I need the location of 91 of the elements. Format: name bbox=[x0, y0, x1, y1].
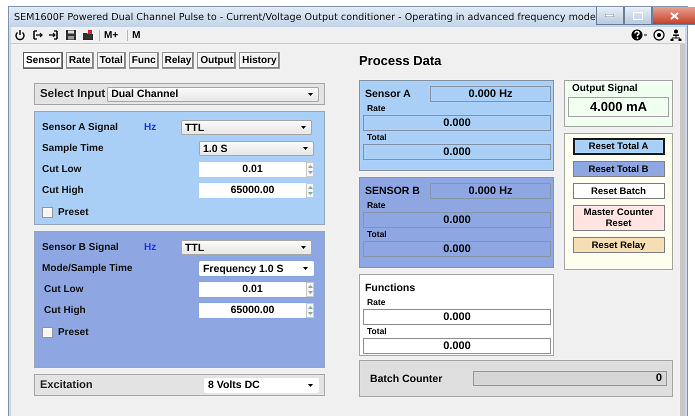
power-icon[interactable] bbox=[14, 29, 26, 41]
login-icon[interactable] bbox=[48, 29, 60, 41]
unit-label: Hz bbox=[144, 122, 158, 133]
value-display: 0.000 bbox=[363, 338, 551, 354]
value-display: 0.000 Hz bbox=[430, 182, 551, 198]
dropdown[interactable]: 1.0 S bbox=[199, 141, 314, 156]
value-display: 0.000 bbox=[363, 144, 551, 160]
panel-title: Output Signal bbox=[572, 83, 639, 94]
value-display: 0.000 bbox=[363, 309, 551, 325]
reset-button[interactable]: Reset Batch bbox=[572, 183, 664, 199]
checkbox[interactable] bbox=[42, 207, 53, 218]
number-field[interactable]: 65000.00 bbox=[199, 183, 306, 198]
value-display: 0.000 Hz bbox=[430, 86, 551, 102]
field-label: Rate bbox=[367, 200, 386, 211]
tab[interactable]: Total bbox=[96, 52, 126, 69]
field-label: Excitation bbox=[40, 379, 94, 391]
field-label: Sensor A Signal bbox=[42, 122, 119, 133]
up-arrow-icon bbox=[308, 186, 312, 189]
number-field[interactable]: 65000.00 bbox=[199, 303, 306, 318]
field-label: Rate bbox=[367, 103, 386, 114]
down-arrow-icon bbox=[308, 171, 312, 174]
dropdown[interactable]: TTL bbox=[181, 120, 312, 135]
network-person-icon[interactable] bbox=[670, 29, 682, 41]
window-title: SEM1600F Powered Dual Channel Pulse to - Current/Voltage Output conditioner - Operating in advanced frequency mode bbox=[14, 12, 596, 22]
folder-icon[interactable] bbox=[82, 29, 94, 41]
value-display: 0 bbox=[473, 371, 667, 386]
reset-button[interactable]: Reset Total A bbox=[572, 138, 664, 155]
minimize-button[interactable] bbox=[596, 7, 624, 25]
toolbar-button[interactable]: M+ bbox=[99, 30, 122, 40]
unit-label: Hz bbox=[144, 242, 158, 253]
checkbox-label: Preset bbox=[58, 327, 89, 338]
target-icon[interactable] bbox=[653, 29, 665, 41]
number-field[interactable]: 0.01 bbox=[199, 162, 306, 177]
value-display: 0.000 bbox=[363, 115, 551, 131]
value-display: 4.000 mA bbox=[568, 97, 669, 117]
toolbar-button[interactable]: M bbox=[127, 30, 145, 40]
tab[interactable]: Output bbox=[197, 52, 236, 69]
tab[interactable]: Func bbox=[128, 52, 159, 69]
panel-title: SENSOR B bbox=[365, 184, 420, 196]
checkbox[interactable] bbox=[42, 327, 53, 338]
field-label: Mode/Sample Time bbox=[42, 263, 132, 274]
caret-icon bbox=[303, 147, 308, 150]
down-arrow-icon bbox=[308, 291, 312, 294]
field-label: Total bbox=[367, 132, 388, 143]
section-heading: Process Data bbox=[359, 53, 442, 68]
caret-icon bbox=[301, 126, 306, 129]
panel-title: Sensor A bbox=[365, 88, 411, 100]
field-label: Cut High bbox=[42, 185, 84, 196]
field-label: Sample Time bbox=[42, 143, 104, 154]
reset-button[interactable]: Master Counter Reset bbox=[572, 205, 664, 231]
up-arrow-icon bbox=[308, 164, 312, 168]
caret-icon bbox=[308, 384, 313, 386]
field-label: Cut Low bbox=[42, 164, 82, 175]
checkbox-label: Preset bbox=[58, 207, 89, 218]
field-label: Cut High bbox=[44, 305, 86, 316]
field-label: Select Input bbox=[40, 88, 106, 100]
exit-icon[interactable] bbox=[31, 29, 43, 41]
dropdown[interactable]: 8 Volts DC bbox=[204, 378, 319, 392]
dropdown[interactable]: Frequency 1.0 S bbox=[199, 261, 314, 276]
tab[interactable]: Rate bbox=[66, 52, 94, 69]
up-arrow-icon bbox=[308, 306, 312, 309]
caret-icon bbox=[301, 246, 306, 249]
down-arrow-icon bbox=[308, 312, 312, 316]
field-label: Rate bbox=[367, 297, 386, 308]
caret-icon bbox=[303, 267, 308, 270]
caret-icon bbox=[308, 92, 313, 96]
field-label: Total bbox=[367, 326, 388, 337]
close-icon bbox=[670, 12, 679, 20]
up-arrow-icon bbox=[308, 284, 312, 288]
field-label: Sensor B Signal bbox=[42, 242, 120, 253]
tab[interactable]: History bbox=[239, 52, 280, 69]
down-arrow-icon bbox=[308, 192, 312, 196]
reset-button[interactable]: Reset Relay bbox=[572, 237, 664, 253]
field-label: Batch Counter bbox=[370, 372, 444, 384]
dropdown[interactable]: Dual Channel bbox=[107, 86, 319, 102]
minimize-icon bbox=[605, 14, 614, 17]
maximize-button[interactable] bbox=[624, 7, 652, 25]
help-icon[interactable] bbox=[631, 29, 648, 41]
panel-title: Functions bbox=[365, 282, 416, 294]
tab[interactable]: Sensor bbox=[23, 52, 63, 69]
close-button[interactable] bbox=[652, 7, 695, 25]
reset-button[interactable]: Reset Total B bbox=[572, 161, 664, 177]
field-label: Cut Low bbox=[44, 284, 84, 295]
dropdown[interactable]: TTL bbox=[181, 240, 312, 255]
value-display: 0.000 bbox=[363, 212, 551, 228]
field-label: Total bbox=[367, 229, 388, 240]
tab[interactable]: Relay bbox=[162, 52, 194, 69]
maximize-icon bbox=[632, 12, 643, 20]
number-field[interactable]: 0.01 bbox=[199, 282, 306, 297]
value-display: 0.000 bbox=[363, 241, 551, 257]
save-icon[interactable] bbox=[65, 29, 77, 41]
